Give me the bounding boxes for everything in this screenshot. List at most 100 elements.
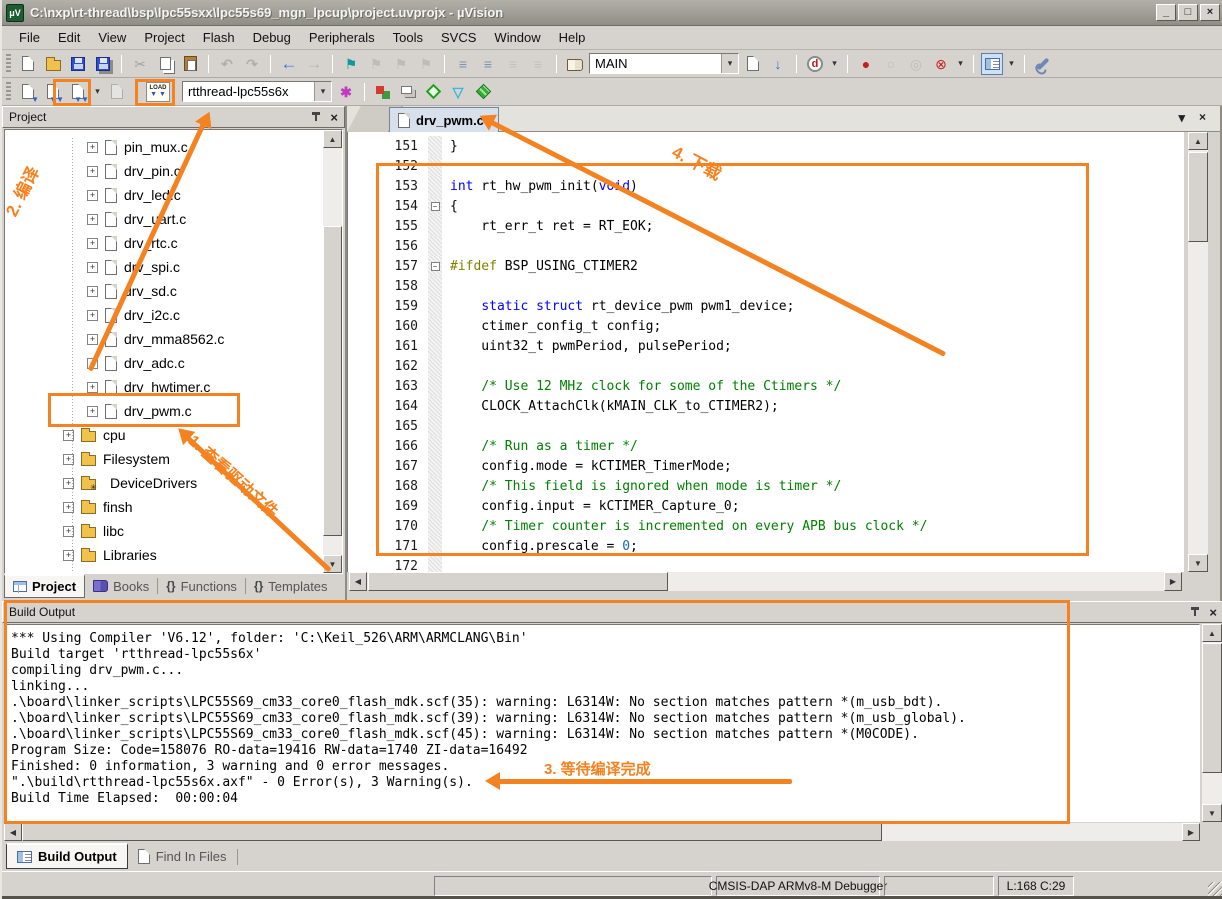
fold-collapse-icon[interactable]: − (431, 202, 440, 211)
tree-folder-Filesystem[interactable]: +Filesystem (5, 447, 342, 471)
insert-breakpoint-button[interactable]: ● (855, 53, 877, 75)
clear-bookmarks-button[interactable]: ⚑ (415, 53, 437, 75)
tree-file-drv_pwm.c[interactable]: +drv_pwm.c (5, 399, 342, 423)
scroll-up-button[interactable]: ▲ (323, 130, 342, 148)
target-combo[interactable]: rtthread-lpc55s6x ▾ (182, 81, 332, 102)
tree-file-drv_rtc.c[interactable]: +drv_rtc.c (5, 231, 342, 255)
comment-button[interactable]: ≡ (502, 53, 524, 75)
new-file-button[interactable] (17, 53, 39, 75)
menu-item-window[interactable]: Window (485, 27, 549, 48)
project-tree-scrollbar[interactable]: ▲ ▼ (323, 130, 342, 573)
paste-button[interactable] (179, 53, 201, 75)
tree-folder-finsh[interactable]: +finsh (5, 495, 342, 519)
tab-build-output[interactable]: Build Output (6, 843, 128, 869)
rebuild-button[interactable]: ▼▼ (67, 81, 89, 103)
tree-folder-libc[interactable]: +libc (5, 519, 342, 543)
navigate-back-button[interactable]: ← (278, 53, 300, 75)
scroll-down-button[interactable]: ▼ (323, 555, 342, 573)
tree-file-drv_hwtimer.c[interactable]: +drv_hwtimer.c (5, 375, 342, 399)
tree-file-drv_mma8562.c[interactable]: +drv_mma8562.c (5, 327, 342, 351)
expand-icon[interactable]: + (87, 166, 98, 177)
find-next-button[interactable] (742, 53, 764, 75)
scroll-right-button[interactable]: ▶ (1182, 823, 1200, 841)
tree-file-drv_i2c.c[interactable]: +drv_i2c.c (5, 303, 342, 327)
pin-icon[interactable] (310, 111, 322, 123)
search-button[interactable]: d (804, 53, 826, 75)
menu-item-help[interactable]: Help (550, 27, 595, 48)
scroll-thumb[interactable] (368, 572, 668, 591)
open-file-button[interactable] (42, 53, 64, 75)
tab-list-dropdown-icon[interactable]: ▾ (1178, 110, 1185, 126)
tree-file-drv_spi.c[interactable]: +drv_spi.c (5, 255, 342, 279)
menu-item-tools[interactable]: Tools (384, 27, 432, 48)
incremental-find-button[interactable]: ↓ (767, 53, 789, 75)
redo-button[interactable]: ↷ (241, 53, 263, 75)
navigate-forward-button[interactable]: → (303, 53, 325, 75)
scroll-right-button[interactable]: ▶ (1164, 572, 1182, 591)
code-editor[interactable]: 151}152153int rt_hw_pwm_init(void)154−{1… (347, 132, 1184, 572)
tree-file-drv_pin.c[interactable]: +drv_pin.c (5, 159, 342, 183)
minimize-button[interactable]: _ (1156, 4, 1176, 21)
expand-icon[interactable]: + (87, 310, 98, 321)
menu-item-edit[interactable]: Edit (49, 27, 89, 48)
scroll-thumb[interactable] (1188, 152, 1208, 242)
tab-functions[interactable]: {}Functions (158, 574, 245, 598)
target-options-button[interactable]: ✱ (335, 81, 357, 103)
tree-file-pin_mux.c[interactable]: +pin_mux.c (5, 135, 342, 159)
menu-item-view[interactable]: View (89, 27, 135, 48)
project-close-icon[interactable]: × (330, 111, 338, 124)
expand-icon[interactable]: + (87, 334, 98, 345)
editor-vscrollbar[interactable]: ▲ ▼ (1188, 132, 1208, 572)
window-layout-dropdown[interactable]: ▾ (1006, 58, 1017, 69)
disable-all-breakpoints-button[interactable]: ◎ (905, 53, 927, 75)
menu-item-project[interactable]: Project (135, 27, 193, 48)
filter-packs-button[interactable]: ▽ (447, 81, 469, 103)
batch-build-dropdown[interactable]: ▾ (92, 86, 103, 97)
expand-icon[interactable]: + (87, 190, 98, 201)
tree-folder-DeviceDrivers[interactable]: +✳DeviceDrivers (5, 471, 342, 495)
toolbar-grip[interactable] (6, 54, 11, 74)
kill-all-breakpoints-button[interactable]: ⊗ (930, 53, 952, 75)
build-button[interactable]: ▼▼ (42, 81, 64, 103)
editor-tab-drv-pwm[interactable]: drv_pwm.c (389, 107, 499, 132)
editor-hscrollbar[interactable]: ◀ ▶ (349, 572, 1182, 591)
menu-item-file[interactable]: File (10, 27, 49, 48)
window-layout-button[interactable] (981, 53, 1003, 75)
pack-installer-button[interactable] (472, 81, 494, 103)
translate-button[interactable]: ▼ (17, 81, 39, 103)
close-button[interactable]: × (1200, 4, 1220, 21)
configure-button[interactable] (1032, 53, 1054, 75)
uncomment-button[interactable]: ≡ (527, 53, 549, 75)
expand-icon[interactable]: + (87, 382, 98, 393)
resize-grip[interactable] (1208, 882, 1222, 896)
build-output-log[interactable]: *** Using Compiler 'V6.12', folder: 'C:\… (4, 624, 1200, 822)
undo-button[interactable]: ↶ (216, 53, 238, 75)
find-combo-value[interactable]: MAIN (590, 56, 721, 71)
scroll-up-button[interactable]: ▲ (1188, 132, 1208, 150)
target-combo-value[interactable]: rtthread-lpc55s6x (183, 84, 314, 99)
scroll-down-button[interactable]: ▼ (1188, 554, 1208, 572)
scroll-down-button[interactable]: ▼ (1202, 804, 1222, 822)
menu-item-debug[interactable]: Debug (244, 27, 300, 48)
tab-project[interactable]: Project (4, 574, 85, 598)
toolbar-grip[interactable] (6, 82, 11, 102)
next-bookmark-button[interactable]: ⚑ (390, 53, 412, 75)
menu-item-svcs[interactable]: SVCS (432, 27, 485, 48)
scroll-thumb[interactable] (323, 226, 342, 536)
menu-item-peripherals[interactable]: Peripherals (300, 27, 384, 48)
select-packs-button[interactable] (422, 81, 444, 103)
tree-file-drv_led.c[interactable]: +drv_led.c (5, 183, 342, 207)
expand-icon[interactable]: + (87, 406, 98, 417)
expand-icon[interactable]: + (87, 262, 98, 273)
download-button[interactable]: LOAD▼▼ (143, 81, 173, 103)
disable-breakpoint-button[interactable]: ○ (880, 53, 902, 75)
cut-button[interactable]: ✂ (129, 53, 151, 75)
target-combo-dropdown[interactable]: ▾ (314, 82, 331, 101)
menu-item-flash[interactable]: Flash (194, 27, 244, 48)
expand-icon[interactable]: + (87, 238, 98, 249)
find-combo-dropdown[interactable]: ▾ (721, 54, 738, 73)
expand-icon[interactable]: + (87, 358, 98, 369)
maximize-button[interactable]: □ (1178, 4, 1198, 21)
indent-button[interactable]: ≡ (477, 53, 499, 75)
save-all-button[interactable] (92, 53, 114, 75)
